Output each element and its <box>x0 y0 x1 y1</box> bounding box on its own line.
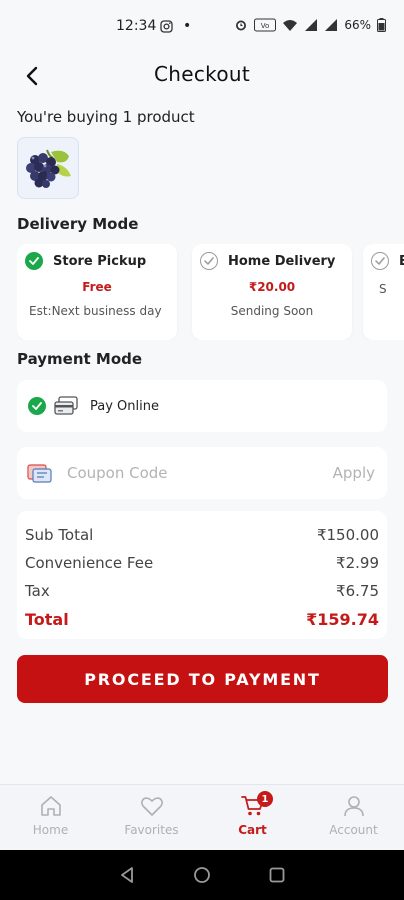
proceed-to-payment-button[interactable]: PROCEED TO PAYMENT <box>17 655 388 703</box>
dot-icon: • <box>183 18 192 34</box>
delivery-option-eta: Sending Soon <box>230 304 314 318</box>
summary-value: ₹150.00 <box>316 526 379 544</box>
delivery-option-price: ₹20.00 <box>248 280 296 294</box>
instagram-icon <box>160 19 173 33</box>
delivery-option-name: Store Pickup <box>53 253 147 269</box>
signal-icon <box>305 19 318 31</box>
recents-square-icon[interactable] <box>268 866 286 884</box>
delivery-option-express[interactable]: Ex S <box>363 244 404 340</box>
delivery-option-eta: Est:Next business day <box>29 304 162 318</box>
home-circle-icon[interactable] <box>193 866 211 884</box>
nav-item-favorites[interactable]: Favorites <box>101 785 202 850</box>
delivery-mode-title: Delivery Mode <box>17 215 139 233</box>
wifi-icon <box>283 20 298 31</box>
home-icon <box>40 796 61 816</box>
page-title: Checkout <box>154 62 250 86</box>
grapes-image <box>26 149 71 188</box>
nav-label: Cart <box>238 823 267 837</box>
summary-value: ₹2.99 <box>336 554 379 572</box>
volte-icon: Vo <box>254 18 277 32</box>
delivery-option-home-delivery[interactable]: Home Delivery ₹20.00 Sending Soon <box>192 244 352 340</box>
payment-option-pay-online[interactable]: Pay Online <box>17 380 387 432</box>
delivery-option-name: Ex <box>399 253 404 269</box>
svg-text:Vo: Vo <box>261 22 270 30</box>
total-label: Total <box>25 609 69 629</box>
summary-label: Convenience Fee <box>25 554 154 572</box>
back-triangle-icon[interactable] <box>118 866 136 884</box>
apply-coupon-button[interactable]: Apply <box>333 464 377 482</box>
battery-icon <box>377 18 386 32</box>
nav-label: Account <box>329 823 378 837</box>
status-time: 12:34 <box>116 18 157 34</box>
delivery-option-store-pickup[interactable]: Store Pickup Free Est:Next business day <box>17 244 177 340</box>
delivery-option-eta: S <box>379 282 387 296</box>
system-nav-bar <box>0 850 404 900</box>
status-system-icons: Vo 66% <box>234 18 386 32</box>
order-summary: Sub Total ₹150.00 Convenience Fee ₹2.99 … <box>17 511 387 639</box>
payment-option-label: Pay Online <box>90 398 159 414</box>
cart-badge: 1 <box>257 791 273 807</box>
product-thumbnail[interactable] <box>17 137 79 199</box>
coupon-code-input[interactable] <box>67 464 297 482</box>
coupon-section: Apply <box>17 447 387 499</box>
status-bar: 12:34 • Vo 66% <box>0 0 404 52</box>
user-icon <box>343 796 364 817</box>
summary-value: ₹6.75 <box>336 582 379 600</box>
check-unselected-icon <box>371 252 389 270</box>
summary-label: Sub Total <box>25 526 94 544</box>
nav-label: Favorites <box>124 823 179 837</box>
summary-row-subtotal: Sub Total ₹150.00 <box>25 521 379 549</box>
card-icon <box>54 396 78 415</box>
check-unselected-icon <box>200 252 218 270</box>
nav-item-home[interactable]: Home <box>0 785 101 850</box>
summary-row-total: Total ₹159.74 <box>25 605 379 633</box>
delivery-option-price: Free <box>82 280 112 294</box>
battery-percent: 66% <box>344 18 371 32</box>
bottom-nav: Home Favorites 1 Cart Account <box>0 784 404 850</box>
summary-row-tax: Tax ₹6.75 <box>25 577 379 605</box>
header: Checkout <box>0 56 404 96</box>
delivery-option-name: Home Delivery <box>228 253 336 269</box>
check-selected-icon <box>28 397 46 415</box>
summary-label: Tax <box>25 582 50 600</box>
status-notification-icons: • <box>160 18 191 34</box>
delivery-options: Store Pickup Free Est:Next business day … <box>17 244 404 340</box>
check-selected-icon <box>25 252 43 270</box>
payment-mode-title: Payment Mode <box>17 350 143 368</box>
total-value: ₹159.74 <box>306 609 379 629</box>
signal-icon-2 <box>325 19 338 31</box>
heart-icon <box>140 797 163 816</box>
nav-item-cart[interactable]: 1 Cart <box>202 785 303 850</box>
nav-item-account[interactable]: Account <box>303 785 404 850</box>
summary-row-convenience-fee: Convenience Fee ₹2.99 <box>25 549 379 577</box>
buying-summary-text: You're buying 1 product <box>17 108 195 126</box>
alarm-icon <box>236 20 247 31</box>
nav-label: Home <box>32 823 69 837</box>
coupon-icon <box>27 464 52 483</box>
